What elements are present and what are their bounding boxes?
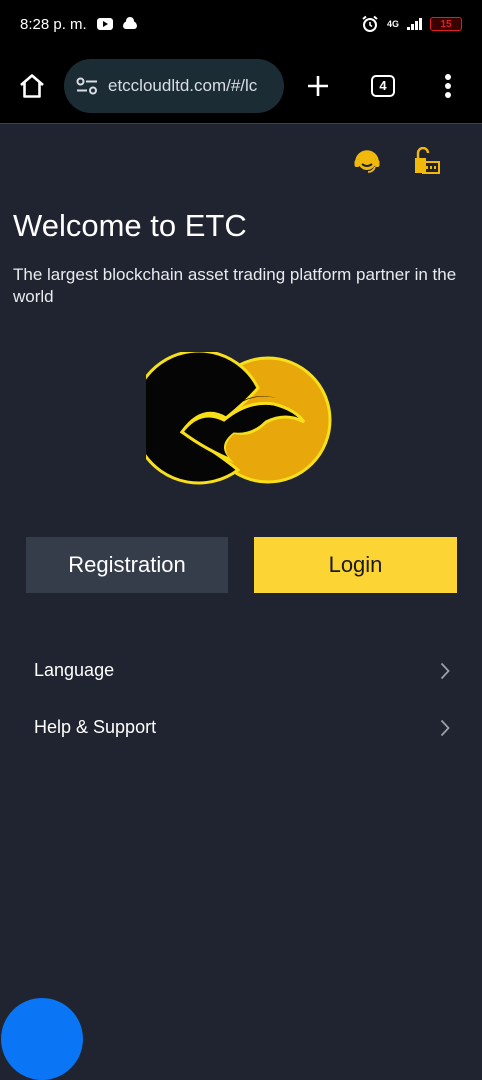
menu-item-help-support[interactable]: Help & Support: [0, 699, 482, 756]
network-type: 4G: [386, 18, 399, 29]
status-time: 8:28 p. m.: [20, 15, 87, 33]
browser-toolbar: etccloudltd.com/#/lc 4: [0, 48, 482, 124]
chevron-right-icon: [440, 719, 450, 736]
menu-item-label: Language: [34, 660, 115, 680]
home-icon: [20, 73, 44, 98]
home-button[interactable]: [0, 48, 64, 124]
floating-chat-button[interactable]: [1, 998, 83, 1080]
alarm-icon: [362, 15, 378, 32]
lock-button[interactable]: [412, 146, 442, 176]
youtube-icon: [96, 18, 113, 30]
tab-count: 4: [371, 74, 395, 97]
registration-button[interactable]: Registration: [26, 537, 228, 593]
header-actions: [352, 146, 442, 176]
url-text: etccloudltd.com/#/lc: [108, 75, 258, 95]
etc-logo: [131, 349, 338, 490]
login-button[interactable]: Login: [254, 537, 457, 593]
plus-icon: [308, 75, 328, 96]
cloud-icon: [122, 17, 137, 29]
address-bar[interactable]: etccloudltd.com/#/lc: [64, 58, 284, 113]
battery-icon: 15: [430, 17, 462, 31]
customer-support-button[interactable]: [352, 146, 382, 176]
status-right: 4G 15: [361, 15, 462, 33]
new-tab-button[interactable]: [284, 48, 352, 124]
status-left: 8:28 p. m.: [20, 16, 137, 33]
status-bar: 8:28 p. m. 4G 15: [0, 0, 482, 48]
site-settings-icon[interactable]: [76, 77, 98, 95]
menu-item-language[interactable]: Language: [0, 642, 482, 699]
page-title: Welcome to ETC: [13, 208, 247, 243]
settings-menu: Language Help & Support: [0, 642, 482, 756]
signal-icon: [407, 18, 422, 30]
logo-mark: [131, 349, 332, 485]
unlock-icon: [415, 147, 440, 174]
page-subtitle: The largest blockchain asset trading pla…: [13, 265, 457, 306]
headset-icon: [354, 150, 380, 173]
menu-item-label: Help & Support: [34, 717, 157, 737]
chevron-right-icon: [440, 662, 450, 679]
tab-switcher-button[interactable]: 4: [352, 48, 414, 124]
browser-menu-button[interactable]: [414, 48, 482, 124]
more-vert-icon: [445, 73, 451, 98]
